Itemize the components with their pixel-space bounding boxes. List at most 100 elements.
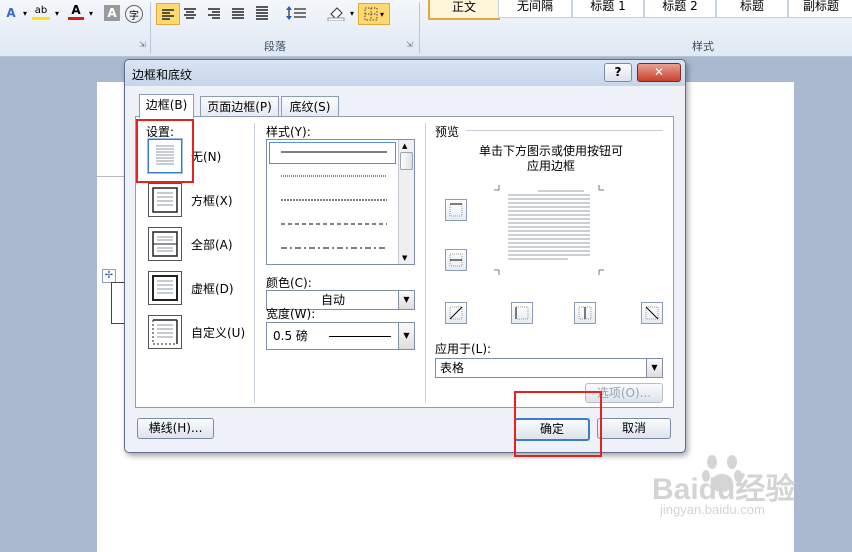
tab-page-border[interactable]: 页面边框(P): [200, 96, 279, 117]
tab-panel-borders: 设置: 无(N) 方框(X) 全部(A) 虚框(D) 自定义(U) 样式(Y):…: [135, 116, 674, 408]
color-label: 颜色(C):: [266, 276, 312, 290]
border-inside-v-button[interactable]: [574, 302, 596, 324]
options-label: 选项(O)...: [596, 386, 652, 400]
apply-to-label: 应用于(L):: [435, 342, 492, 356]
border-left-icon: [515, 306, 529, 320]
style-no-spacing[interactable]: 无间隔: [498, 0, 572, 18]
line-style-list[interactable]: ▲ ▼: [266, 139, 415, 265]
tab-shading[interactable]: 底纹(S): [281, 96, 339, 117]
style-normal[interactable]: 正文: [428, 0, 500, 20]
shading-icon[interactable]: [326, 3, 346, 23]
horizontal-line-button[interactable]: 横线(H)...: [137, 418, 214, 439]
setting-grid-icon: [148, 271, 182, 305]
group-label-styles: 样式: [692, 40, 714, 53]
chevron-down-icon[interactable]: ▾: [86, 3, 96, 23]
border-left-button[interactable]: [511, 302, 533, 324]
apply-to-select[interactable]: 表格 ▼: [435, 358, 663, 378]
char-shading-icon[interactable]: A: [104, 5, 120, 21]
watermark: Baidu经验 jingyan.baidu.com: [652, 450, 852, 535]
setting-custom-icon: [148, 315, 182, 349]
scroll-up-icon[interactable]: ▲: [402, 142, 407, 150]
preview-hint-line: 应用边框: [526, 159, 575, 173]
align-left-icon[interactable]: [156, 3, 180, 25]
border-diag-down-icon: [645, 306, 659, 320]
border-top-button[interactable]: [445, 199, 467, 221]
style-subtitle[interactable]: 副标题: [788, 0, 852, 18]
style-label: 标题: [739, 0, 764, 13]
border-diag-button[interactable]: [641, 302, 663, 324]
preview-area[interactable]: [494, 185, 604, 275]
dialog-title: 边框和底纹: [132, 68, 193, 82]
setting-label: 方框(X): [191, 194, 233, 208]
table-cell-mark: [111, 282, 124, 324]
chevron-down-icon[interactable]: ▼: [398, 291, 414, 309]
help-button[interactable]: ?: [604, 63, 632, 82]
chevron-down-icon[interactable]: ▼: [398, 323, 414, 349]
style-heading-1[interactable]: 标题 1: [572, 0, 644, 18]
tab-label: 底纹(S): [289, 100, 331, 114]
setting-box-icon: [148, 183, 182, 217]
preview-divider: [466, 130, 663, 131]
scroll-down-icon[interactable]: ▼: [402, 254, 407, 262]
chevron-down-icon[interactable]: ▾: [347, 3, 357, 23]
border-inside-h-button[interactable]: [445, 249, 467, 271]
close-icon: ✕: [653, 65, 665, 79]
help-icon: ?: [614, 65, 622, 79]
cancel-label: 取消: [621, 421, 646, 435]
chevron-down-icon[interactable]: ▾: [52, 3, 62, 23]
width-select[interactable]: 0.5 磅 ▼: [266, 322, 415, 350]
border-inside-h-icon: [449, 253, 463, 267]
table-move-handle-icon[interactable]: ✢: [102, 269, 116, 283]
chevron-down-icon[interactable]: ▼: [646, 359, 662, 377]
setting-all-icon: [148, 227, 182, 261]
cancel-button[interactable]: 取消: [597, 418, 671, 439]
line-spacing-icon[interactable]: [285, 3, 309, 23]
style-heading-2[interactable]: 标题 2: [644, 0, 716, 18]
watermark-url: jingyan.baidu.com: [660, 502, 765, 517]
line-style-scrollbar[interactable]: ▲ ▼: [398, 140, 414, 264]
text-effect-icon[interactable]: A: [2, 3, 20, 23]
style-label: 无间隔: [516, 0, 553, 13]
border-top-icon: [449, 203, 463, 217]
highlight-box-setting-none: [136, 119, 194, 183]
dialog-launcher-icon[interactable]: ⇲: [139, 40, 146, 49]
scroll-thumb[interactable]: [400, 152, 413, 170]
column-divider: [254, 123, 255, 403]
justify-icon[interactable]: [229, 3, 247, 23]
borders-icon[interactable]: ▾: [358, 3, 390, 25]
chevron-down-icon[interactable]: ▾: [20, 3, 30, 23]
font-color-icon[interactable]: A: [68, 3, 84, 20]
column-divider: [425, 123, 426, 403]
preview-label: 预览: [435, 125, 460, 139]
style-label: 样式(Y):: [266, 125, 311, 139]
close-button[interactable]: ✕: [637, 63, 681, 82]
setting-label: 自定义(U): [191, 326, 246, 340]
width-label: 宽度(W):: [266, 307, 316, 321]
highlight-box-ok: [514, 391, 602, 457]
align-center-icon[interactable]: [181, 3, 199, 23]
color-value: 自动: [320, 293, 345, 307]
enclose-char-icon[interactable]: 字: [125, 5, 143, 23]
margin-mark: [97, 176, 125, 177]
width-value: 0.5 磅: [273, 329, 308, 343]
setting-label: 虚框(D): [191, 282, 234, 296]
dialog-launcher-icon[interactable]: ⇲: [406, 40, 413, 49]
highlight-icon[interactable]: ab: [32, 3, 50, 20]
border-inside-v-icon: [578, 306, 592, 320]
setting-label: 全部(A): [191, 238, 233, 252]
preview-hint: 单击下方图示或使用按钮可 应用边框: [436, 142, 666, 174]
dialog-titlebar[interactable]: 边框和底纹 ? ✕: [125, 60, 685, 86]
style-title[interactable]: 标题: [716, 0, 788, 18]
tab-borders[interactable]: 边框(B): [139, 94, 194, 118]
style-label: 正文: [451, 0, 476, 14]
style-label: 标题 2: [662, 0, 698, 13]
border-diag-down-button[interactable]: [445, 302, 467, 324]
ribbon: A ▾ ab ▾ A ▾ A 字 ▾ ▾ 段落 ⇲ ⇲ 正文 无间隔 标题 1 …: [0, 0, 852, 57]
setting-label: 无(N): [191, 150, 222, 164]
distributed-icon[interactable]: [253, 3, 271, 23]
horizontal-line-label: 横线(H)...: [148, 421, 203, 435]
tab-label: 页面边框(P): [207, 100, 272, 114]
align-right-icon[interactable]: [205, 3, 223, 23]
style-label: 标题 1: [590, 0, 626, 13]
border-diag-up-icon: [449, 306, 463, 320]
